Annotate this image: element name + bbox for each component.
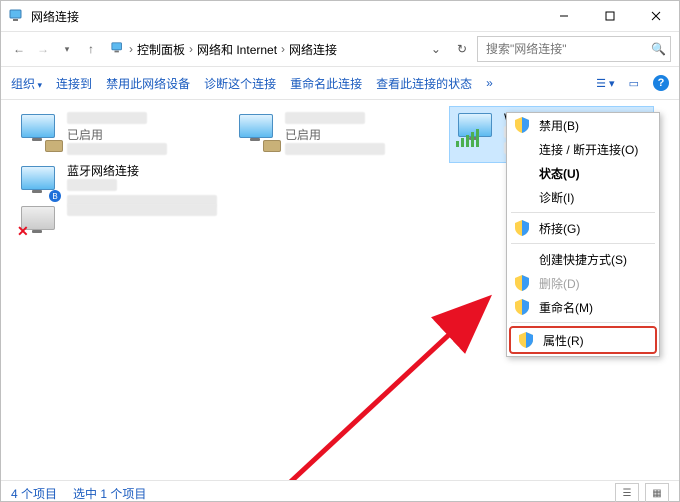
shield-icon	[515, 275, 529, 291]
search-input[interactable]	[484, 41, 664, 57]
command-bar: 组织 连接到 禁用此网络设备 诊断这个连接 重命名此连接 查看此连接的状态 » …	[1, 67, 679, 100]
connection-device	[67, 143, 167, 159]
menu-separator	[511, 212, 655, 213]
disabled-connection-icon: ✕	[17, 204, 59, 240]
disable-device-button[interactable]: 禁用此网络设备	[106, 75, 190, 92]
nav-recent-button[interactable]: ▾	[57, 39, 77, 59]
close-button[interactable]	[633, 1, 679, 31]
connection-status: 已启用	[67, 128, 167, 143]
breadcrumb[interactable]: › 控制面板 › 网络和 Internet › 网络连接	[105, 41, 421, 58]
connection-name: 蓝牙网络连接	[67, 164, 217, 179]
connection-item[interactable]: 已启用	[13, 108, 221, 163]
bluetooth-network-icon: B	[17, 164, 59, 200]
crumb-network-internet[interactable]: 网络和 Internet	[197, 41, 277, 58]
wifi-icon	[454, 111, 496, 147]
title-bar: 网络连接	[1, 1, 679, 32]
chevron-right-icon: ›	[189, 42, 193, 56]
window-icon	[9, 8, 25, 24]
ctx-delete: 删除(D)	[507, 271, 659, 295]
menu-separator	[511, 243, 655, 244]
preview-pane-button[interactable]: ▭	[629, 77, 639, 90]
status-item-count: 4 个项目	[11, 485, 57, 502]
breadcrumb-root-icon	[111, 41, 125, 58]
minimize-button[interactable]	[541, 1, 587, 31]
maximize-button[interactable]	[587, 1, 633, 31]
chevron-right-icon: ›	[281, 42, 285, 56]
overflow-button[interactable]: »	[486, 76, 493, 90]
ethernet-icon	[17, 112, 59, 148]
crumb-control-panel[interactable]: 控制面板	[137, 41, 185, 58]
nav-up-button[interactable]: ↑	[81, 39, 101, 59]
rename-button[interactable]: 重命名此连接	[290, 75, 362, 92]
search-box[interactable]: 🔍	[477, 36, 671, 62]
content-area[interactable]: 已启用 已启用 WLAN	[1, 100, 679, 480]
ctx-diagnose[interactable]: 诊断(I)	[507, 185, 659, 209]
nav-forward-button[interactable]: →	[33, 39, 53, 59]
shield-icon	[515, 299, 529, 315]
address-dropdown-button[interactable]: ⌄	[425, 42, 447, 56]
connection-status: 已启用	[285, 128, 385, 143]
chevron-right-icon: ›	[129, 42, 133, 56]
context-menu: 禁用(B) 连接 / 断开连接(O) 状态(U) 诊断(I) 桥接(G) 创建快…	[506, 112, 660, 357]
ctx-create-shortcut[interactable]: 创建快捷方式(S)	[507, 247, 659, 271]
connection-status	[67, 179, 217, 195]
shield-icon	[515, 220, 529, 236]
shield-icon	[519, 332, 533, 348]
ctx-properties[interactable]: 属性(R)	[509, 326, 657, 354]
crumb-network-connections[interactable]: 网络连接	[289, 41, 337, 58]
connection-item[interactable]: 已启用	[231, 108, 439, 163]
connection-device	[285, 143, 385, 159]
icons-view-button[interactable]: ▦	[645, 483, 669, 502]
status-selected-count: 选中 1 个项目	[73, 485, 146, 502]
ctx-status[interactable]: 状态(U)	[507, 161, 659, 185]
menu-separator	[511, 322, 655, 323]
ctx-disable[interactable]: 禁用(B)	[507, 113, 659, 137]
search-icon[interactable]: 🔍	[651, 42, 666, 56]
refresh-button[interactable]: ↻	[451, 42, 473, 56]
view-options-button[interactable]: ☰ ▾	[596, 77, 614, 90]
details-view-button[interactable]: ☰	[615, 483, 639, 502]
connection-name	[285, 112, 385, 128]
shield-icon	[515, 117, 529, 133]
nav-back-button[interactable]: ←	[9, 39, 29, 59]
diagnose-button[interactable]: 诊断这个连接	[204, 75, 276, 92]
organize-menu[interactable]: 组织	[11, 75, 42, 92]
connection-name	[67, 112, 167, 128]
ethernet-icon	[235, 112, 277, 148]
connection-name	[67, 204, 217, 220]
help-button[interactable]: ?	[653, 75, 669, 91]
annotation-arrow	[261, 290, 521, 480]
ctx-connect-disconnect[interactable]: 连接 / 断开连接(O)	[507, 137, 659, 161]
view-status-button[interactable]: 查看此连接的状态	[376, 75, 472, 92]
ctx-rename[interactable]: 重命名(M)	[507, 295, 659, 319]
window-title: 网络连接	[31, 8, 541, 25]
connection-item-disabled[interactable]: ✕	[13, 200, 221, 244]
ctx-bridge[interactable]: 桥接(G)	[507, 216, 659, 240]
status-bar: 4 个项目 选中 1 个项目 ☰ ▦	[1, 480, 679, 502]
address-bar: ← → ▾ ↑ › 控制面板 › 网络和 Internet › 网络连接 ⌄ ↻…	[1, 32, 679, 67]
connect-to-button[interactable]: 连接到	[56, 75, 92, 92]
